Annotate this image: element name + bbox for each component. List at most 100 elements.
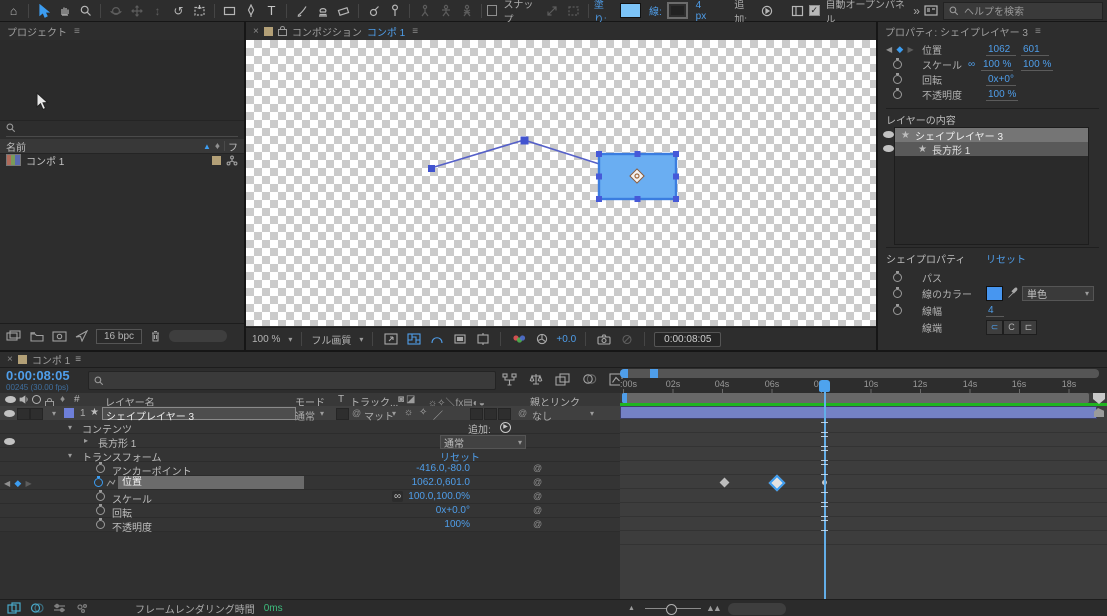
rotation-label[interactable]: 回転 xyxy=(922,72,942,87)
snap-checkbox[interactable] xyxy=(487,5,497,16)
viewer-panel-menu-icon[interactable]: ≡ xyxy=(412,26,418,37)
zoom-tool[interactable] xyxy=(76,2,95,20)
layer-label-swatch[interactable] xyxy=(64,408,74,418)
resolution-select[interactable]: フル画質▾ xyxy=(311,332,363,347)
puppet-pin-tool[interactable] xyxy=(385,2,404,20)
type-column-header[interactable]: フ xyxy=(228,139,238,154)
keyframe-nav[interactable]: ◀ ◆ ▶ xyxy=(886,44,915,55)
graph-toggle-icon[interactable] xyxy=(106,478,116,488)
effect-toggle[interactable] xyxy=(470,408,483,420)
close-tab-icon[interactable]: × xyxy=(253,26,259,37)
cap-round-button[interactable]: ⊂ xyxy=(986,320,1003,335)
track-matte-t-header[interactable]: T xyxy=(338,394,344,405)
group-expander[interactable]: ▸ xyxy=(84,436,88,445)
dolly-camera-tool[interactable]: ↕ xyxy=(148,2,167,20)
navigator-start-handle[interactable] xyxy=(620,369,628,378)
frame-blend-master-icon[interactable] xyxy=(7,602,21,614)
item-label-swatch[interactable] xyxy=(212,156,221,165)
stroke-width-value[interactable]: 4 px xyxy=(696,0,714,22)
cap-projecting-button[interactable]: ⊏ xyxy=(1020,320,1037,335)
project-item-name[interactable]: コンポ 1 xyxy=(26,153,64,168)
motion-keyframe-1[interactable] xyxy=(428,165,435,172)
position-x-value[interactable]: 1062 xyxy=(986,44,1016,56)
rotation-value[interactable]: 0x+0° xyxy=(986,74,1016,86)
rotation-tool[interactable]: ↺ xyxy=(169,2,188,20)
brush-tool[interactable] xyxy=(292,2,311,20)
clone-stamp-tool[interactable] xyxy=(313,2,332,20)
panel-layout-icon[interactable] xyxy=(788,2,807,20)
stopwatch-icon[interactable] xyxy=(96,506,105,515)
workspace-icon[interactable] xyxy=(922,2,941,20)
stopwatch-icon[interactable] xyxy=(96,492,105,501)
expression-pickwhip-icon[interactable]: @ xyxy=(533,491,542,501)
expression-pickwhip-icon[interactable]: @ xyxy=(533,477,542,487)
list-item-shape-layer[interactable]: ★ シェイプレイヤー 3 xyxy=(895,128,1088,142)
current-time-display[interactable]: 0:00:08:05 xyxy=(6,368,70,383)
rotation-property-row[interactable]: 回転 0x+0.0° @ xyxy=(0,504,620,518)
pan-behind-anchor-tool[interactable] xyxy=(190,2,209,20)
transparency-grid-icon[interactable] xyxy=(405,332,422,346)
stroke-color-label[interactable]: 線のカラー xyxy=(922,286,972,301)
brainstorm-icon[interactable] xyxy=(75,602,89,614)
add-menu-icon[interactable] xyxy=(758,2,777,20)
list-item-rectangle[interactable]: ★ 長方形 1 xyxy=(895,142,1088,156)
rectangle-tool[interactable] xyxy=(220,2,239,20)
property-value[interactable]: 100.0,100.0% xyxy=(330,491,470,502)
anchor-point-row[interactable]: アンカーポイント -416.0,-80.0 @ xyxy=(0,462,620,476)
stroke-color-swatch[interactable] xyxy=(667,2,688,19)
stroke-width-value[interactable]: 4 xyxy=(986,305,1004,317)
interpret-footage-icon[interactable] xyxy=(6,330,22,342)
composition-tab-name[interactable]: コンポ 1 xyxy=(367,24,405,39)
timeline-zoom-slider-knob[interactable] xyxy=(666,604,677,615)
crop-region-icon[interactable] xyxy=(474,332,491,346)
new-folder-icon[interactable] xyxy=(30,331,44,342)
property-value[interactable]: 1062.0,601.0 xyxy=(330,477,470,488)
scale-y-value[interactable]: 100 % xyxy=(1021,59,1053,71)
matte-swatch[interactable] xyxy=(336,408,349,420)
pen-tool[interactable] xyxy=(241,2,260,20)
motion-blur-toggle[interactable] xyxy=(498,408,511,420)
auto-open-checkbox[interactable]: ✓ xyxy=(809,5,819,16)
layer-row[interactable]: ▾ 1 ★ シェイプレイヤー 3 通常 ▾ @ マット ▾ ☼ ✧ ／ @ なし… xyxy=(0,406,620,420)
orbit-camera-tool[interactable] xyxy=(106,2,125,20)
roto-brush-tool[interactable] xyxy=(364,2,383,20)
matte-pickwhip-icon[interactable]: @ xyxy=(352,408,361,418)
playhead-handle[interactable] xyxy=(819,380,830,392)
solo-column-icon[interactable] xyxy=(32,395,41,404)
viewer-timecode[interactable]: 0:00:08:05 xyxy=(654,332,721,347)
project-search-field[interactable] xyxy=(6,120,238,137)
timeline-navigator[interactable] xyxy=(620,369,1099,378)
transform-group-row[interactable]: ▾ トランスフォーム リセット xyxy=(0,448,620,462)
stopwatch-icon[interactable] xyxy=(96,464,105,473)
snap-options-icon[interactable] xyxy=(564,2,583,20)
property-value[interactable]: 0x+0.0° xyxy=(330,505,470,516)
zoom-in-mountains-icon[interactable]: ▲▲ xyxy=(706,603,720,613)
cap-butt-button[interactable]: C xyxy=(1003,320,1020,335)
channel-rgb-icon[interactable] xyxy=(510,332,527,346)
audio-toggle[interactable] xyxy=(17,408,30,420)
shy-master-icon[interactable] xyxy=(53,602,66,614)
position-y-value[interactable]: 601 xyxy=(1021,44,1049,56)
name-column-header[interactable]: 名前 xyxy=(6,139,26,154)
new-composition-icon[interactable] xyxy=(52,331,67,342)
guides-options-icon[interactable] xyxy=(382,332,399,346)
toolbar-overflow-icon[interactable]: » xyxy=(913,4,920,18)
scale-x-value[interactable]: 100 % xyxy=(981,59,1013,71)
position-label[interactable]: 位置 xyxy=(922,42,942,57)
close-tab-icon[interactable]: × xyxy=(7,354,13,365)
snap-expand-icon[interactable] xyxy=(543,2,562,20)
motion-blur-master-icon[interactable] xyxy=(30,602,44,614)
contents-row[interactable]: ▾ コンテンツ 追加: ▶ xyxy=(0,420,620,434)
property-value[interactable]: -416.0,-80.0 xyxy=(330,463,470,474)
stopwatch-icon[interactable] xyxy=(893,75,902,84)
opacity-value[interactable]: 100 % xyxy=(986,89,1018,101)
switches-column-icons[interactable]: ◙◪ xyxy=(398,394,418,405)
sort-arrow-icon[interactable]: ▲ xyxy=(203,142,211,151)
motion-keyframe-2[interactable] xyxy=(521,137,529,145)
region-of-interest-icon[interactable] xyxy=(451,332,468,346)
layer-duration-bar[interactable] xyxy=(620,406,1097,419)
selection-tool[interactable] xyxy=(34,2,53,20)
magnification-select[interactable]: 100 %▾ xyxy=(252,334,292,345)
stroke-width-label[interactable]: 線幅 xyxy=(922,303,942,318)
frame-blend-toggle[interactable] xyxy=(484,408,497,420)
